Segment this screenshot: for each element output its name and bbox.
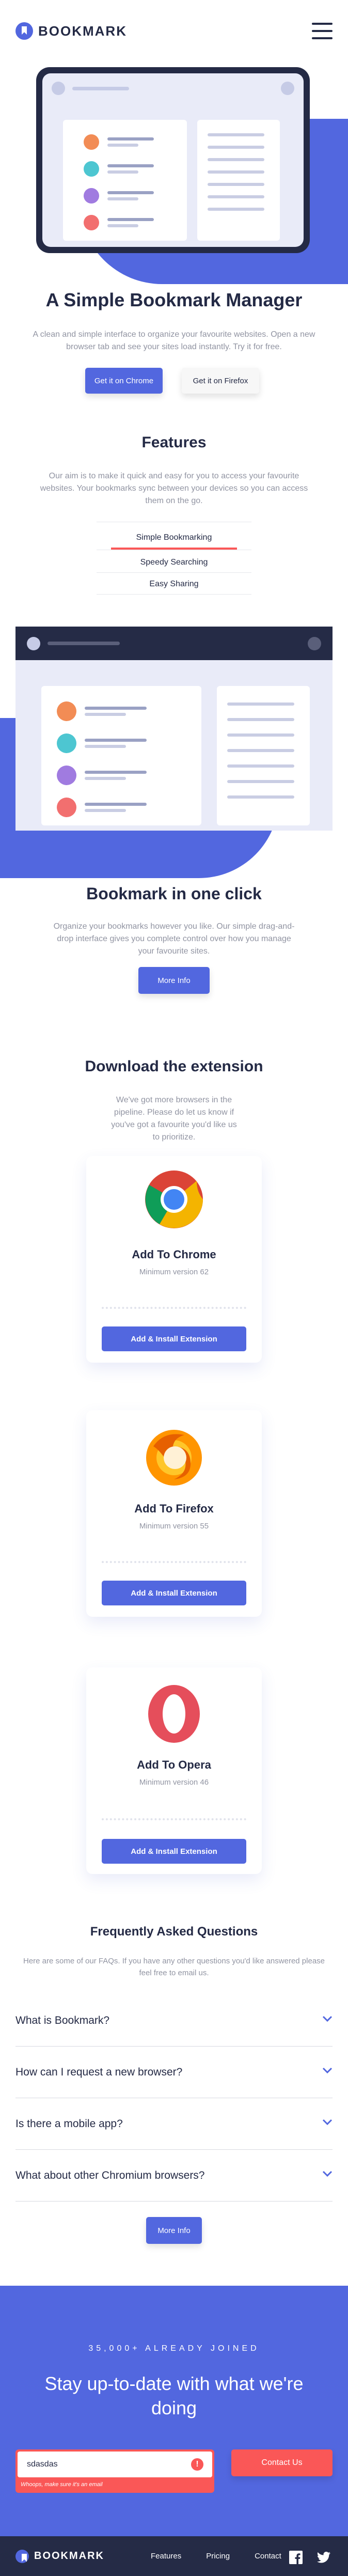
chevron-down-icon: [322, 2016, 333, 2026]
email-field[interactable]: [18, 2452, 212, 2477]
faq-title: Frequently Asked Questions: [90, 1925, 258, 1939]
faq-question: What is Bookmark?: [15, 2014, 110, 2026]
download-title: Download the extension: [85, 1058, 263, 1075]
get-firefox-button[interactable]: Get it on Firefox: [182, 368, 259, 394]
footer-nav: Features Pricing Contact: [151, 2552, 281, 2561]
site-header: BOOKMARK: [0, 0, 348, 62]
card-subtitle: Minimum version 55: [139, 1522, 209, 1531]
opera-icon: [148, 1685, 200, 1743]
download-text: We've got more browsers in the pipeline.…: [111, 1096, 237, 1142]
bookmark-logo-icon: [15, 22, 33, 40]
feature-illustration-header: [15, 627, 333, 660]
faq-item[interactable]: How can I request a new browser?: [15, 2047, 333, 2098]
footer-link-features[interactable]: Features: [151, 2552, 181, 2561]
feature-panel-text: Organize your bookmarks however you like…: [53, 922, 295, 956]
chevron-down-icon: [322, 2119, 333, 2129]
tab-speedy-searching[interactable]: Speedy Searching: [0, 558, 348, 567]
landing-page: BOOKMARK A Simple Bookmark Manager A cle…: [0, 0, 348, 2576]
twitter-icon[interactable]: [317, 2551, 330, 2564]
chevron-down-icon: [322, 2171, 333, 2181]
chrome-icon: [145, 1170, 203, 1228]
email-field-wrapper: ! Whoops, make sure it's an email: [15, 2449, 214, 2493]
chevron-down-icon: [322, 2067, 333, 2078]
faq-question: Is there a mobile app?: [15, 2117, 123, 2130]
faq-text: Here are some of our FAQs. If you have a…: [23, 1957, 325, 1977]
error-message: Whoops, make sure it's an email: [21, 2481, 103, 2488]
card-title: Add To Chrome: [132, 1248, 216, 1261]
faq-question: What about other Chromium browsers?: [15, 2169, 205, 2181]
faq-more-info-button[interactable]: More Info: [146, 2217, 202, 2244]
extension-card-opera: Add To Opera Minimum version 46 Add & In…: [86, 1667, 262, 1874]
features-title: Features: [141, 434, 207, 451]
card-title: Add To Firefox: [134, 1502, 214, 1515]
feature-panel-title: Bookmark in one click: [86, 884, 262, 903]
bookmark-logo-icon: [15, 2549, 29, 2563]
newsletter-kicker: 35,000+ ALREADY JOINED: [88, 2344, 260, 2353]
features-text: Our aim is to make it quick and easy for…: [40, 472, 308, 505]
tab-divider: [97, 572, 251, 573]
site-footer: BOOKMARK Features Pricing Contact: [0, 2536, 348, 2576]
tab-easy-sharing[interactable]: Easy Sharing: [0, 580, 348, 589]
card-title: Add To Opera: [137, 1758, 211, 1771]
footer-link-contact[interactable]: Contact: [255, 2552, 281, 2561]
hero-text: A clean and simple interface to organize…: [33, 330, 315, 351]
newsletter-title: Stay up-to-date with what we're doing: [44, 2373, 304, 2418]
menu-icon[interactable]: [312, 23, 333, 39]
install-firefox-button[interactable]: Add & Install Extension: [102, 1581, 246, 1605]
faq-item[interactable]: Is there a mobile app?: [15, 2098, 333, 2150]
extension-card-chrome: Add To Chrome Minimum version 62 Add & I…: [86, 1156, 262, 1363]
card-subtitle: Minimum version 46: [139, 1778, 209, 1787]
get-chrome-button[interactable]: Get it on Chrome: [85, 368, 163, 394]
footer-link-pricing[interactable]: Pricing: [206, 2552, 230, 2561]
brand-logo[interactable]: BOOKMARK: [15, 22, 127, 40]
extension-card-firefox: Add To Firefox Minimum version 55 Add & …: [86, 1410, 262, 1617]
tab-simple-bookmarking[interactable]: Simple Bookmarking: [0, 533, 348, 542]
error-icon: !: [191, 2458, 203, 2471]
faq-question: How can I request a new browser?: [15, 2066, 183, 2078]
feature-illustration: [15, 660, 333, 831]
footer-logo[interactable]: BOOKMARK: [15, 2549, 104, 2563]
tab-divider: [97, 594, 251, 595]
brand-name: BOOKMARK: [38, 23, 127, 39]
firefox-icon: [146, 1430, 202, 1486]
hero-title: A Simple Bookmark Manager: [45, 289, 303, 310]
install-chrome-button[interactable]: Add & Install Extension: [102, 1326, 246, 1351]
contact-us-button[interactable]: Contact Us: [231, 2449, 333, 2476]
faq-item[interactable]: What about other Chromium browsers?: [15, 2150, 333, 2202]
install-opera-button[interactable]: Add & Install Extension: [102, 1839, 246, 1864]
hero-tablet-illustration: [36, 67, 310, 253]
faq-item[interactable]: What is Bookmark?: [15, 1995, 333, 2047]
facebook-icon[interactable]: [289, 2551, 303, 2564]
card-subtitle: Minimum version 62: [139, 1268, 209, 1276]
feature-more-info-button[interactable]: More Info: [138, 967, 210, 994]
brand-name: BOOKMARK: [34, 2550, 104, 2562]
